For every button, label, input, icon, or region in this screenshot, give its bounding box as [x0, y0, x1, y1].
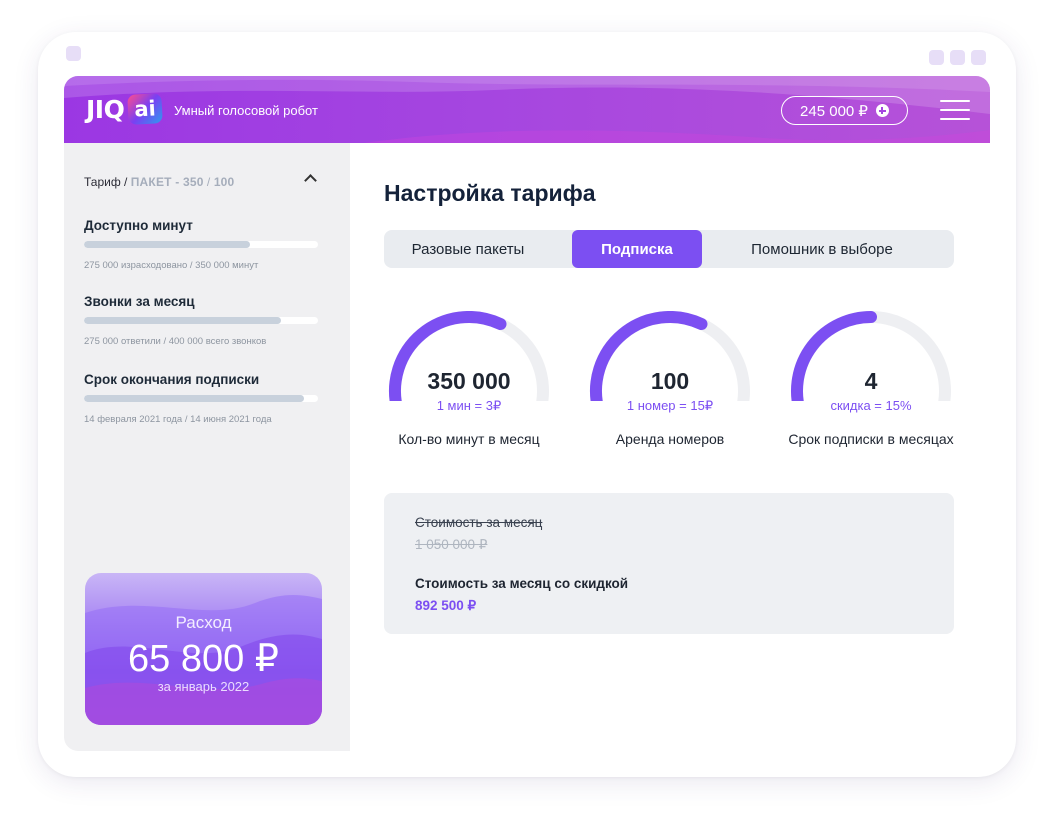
- spend-label: Расход: [175, 613, 232, 632]
- progress-fill: [84, 317, 281, 324]
- plus-circle-icon: [875, 104, 889, 117]
- gauge-label: Кол-во минут в месяц: [398, 431, 540, 447]
- logo-badge: ai: [127, 93, 164, 125]
- gauge-value: 100: [650, 368, 690, 394]
- cost-summary: Стоимость за месяц 1 050 000 ₽ Стоимость…: [384, 493, 954, 634]
- progress-fill: [84, 241, 251, 248]
- progress-track: [84, 395, 318, 402]
- old-price-value: 1 050 000 ₽: [415, 537, 488, 552]
- logo[interactable]: JIQ ai: [86, 93, 164, 125]
- progress-track: [84, 317, 318, 324]
- gauge-label: Срок подписки в месяцах: [788, 431, 954, 447]
- stat-title: Звонки за месяц: [84, 294, 195, 309]
- stat-subscription: Срок окончания подписки 14 февраля 2021 …: [84, 372, 318, 425]
- balance-button[interactable]: 245 000 ₽: [781, 96, 908, 125]
- frame-dot: [66, 46, 81, 61]
- frame-dot: [950, 50, 965, 65]
- tariff-count: 100: [213, 175, 235, 189]
- app-window: JIQ ai Умный голосовой робот 245 000 ₽ Т…: [64, 76, 990, 751]
- sidebar: Тариф / ПАКЕТ - 350 / 100 Доступно минут…: [64, 143, 350, 751]
- frame-dot: [929, 50, 944, 65]
- spend-period: за январь 2022: [157, 679, 250, 694]
- logo-text: JIQ: [86, 94, 125, 124]
- progress-track: [84, 241, 318, 248]
- old-price-label: Стоимость за месяц: [415, 515, 543, 530]
- stat-note: 275 000 ответили / 400 000 всего звонков: [84, 336, 267, 347]
- chevron-up-icon[interactable]: [304, 174, 317, 187]
- stat-note: 275 000 израсходовано / 350 000 минут: [84, 260, 259, 271]
- tariff-separator: /: [206, 175, 211, 189]
- stat-title: Срок окончания подписки: [84, 372, 260, 387]
- stat-calls: Звонки за месяц 275 000 ответили / 400 0…: [84, 294, 318, 347]
- gauge-rate: 1 номер = 15₽: [626, 398, 714, 413]
- tariff-breadcrumb: Тариф / ПАКЕТ - 350 / 100: [84, 175, 234, 189]
- stat-minutes: Доступно минут 275 000 израсходовано / 3…: [84, 218, 318, 271]
- page-title: Настройка тарифа: [384, 180, 596, 206]
- tariff-package: ПАКЕТ - 350: [130, 175, 204, 189]
- tab-bar: Разовые пакеты Подписка Помошник в выбор…: [384, 230, 954, 268]
- tab-one-time-packages[interactable]: Разовые пакеты: [384, 230, 552, 268]
- hamburger-menu-icon[interactable]: [940, 100, 970, 120]
- progress-fill: [84, 395, 304, 402]
- header-bar: JIQ ai Умный голосовой робот 245 000 ₽: [64, 76, 990, 143]
- gauge-value: 350 000: [427, 368, 511, 394]
- tab-selection-helper[interactable]: Помошник в выборе: [722, 230, 922, 268]
- frame-dot: [971, 50, 986, 65]
- main-content: Настройка тарифа Разовые пакеты Подписка…: [350, 143, 990, 751]
- spend-card: Расход 65 800 ₽ за январь 2022: [85, 573, 322, 725]
- gauge-label: Аренда номеров: [615, 431, 725, 447]
- discount-price-value: 892 500 ₽: [415, 598, 477, 613]
- gauge-value: 4: [864, 368, 878, 394]
- tab-subscription[interactable]: Подписка: [572, 230, 702, 268]
- stat-title: Доступно минут: [84, 218, 193, 233]
- spend-amount: 65 800 ₽: [128, 638, 279, 680]
- stat-note: 14 февраля 2021 года / 14 июня 2021 года: [84, 414, 272, 425]
- balance-amount: 245 000 ₽: [800, 102, 868, 120]
- gauge-rate: скидка = 15%: [830, 398, 912, 413]
- gauge-rate: 1 мин = 3₽: [436, 398, 502, 413]
- tagline: Умный голосовой робот: [174, 103, 318, 118]
- tariff-prefix: Тариф /: [84, 175, 128, 189]
- discount-price-label: Стоимость за месяц со скидкой: [415, 576, 629, 591]
